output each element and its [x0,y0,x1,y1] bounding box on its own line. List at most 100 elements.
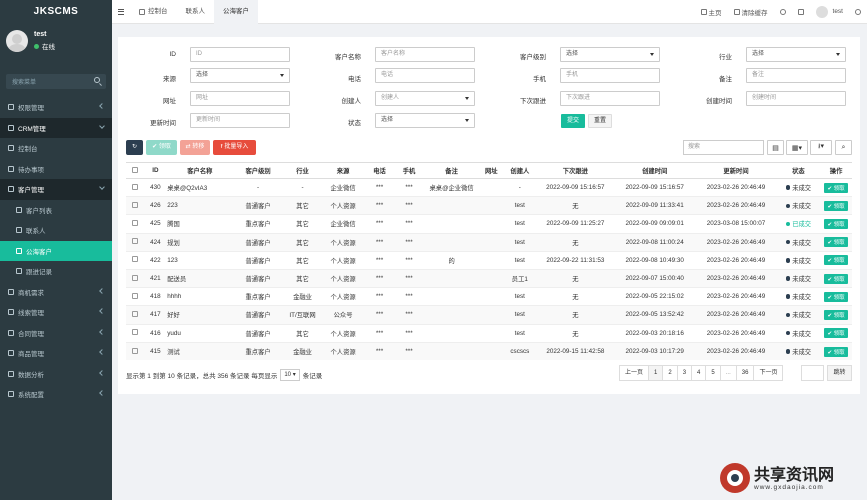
sidebar-item-12[interactable]: 商品管理 [0,343,112,364]
transfer-button[interactable]: ⇄ 转移 [180,140,210,155]
table-row[interactable]: 415 测试 重点客户 金融业 个人资源 *** *** cscscs 2022-09-15 1… [126,341,852,361]
settings-gear[interactable] [849,8,867,15]
row-checkbox[interactable] [131,183,138,190]
column-header[interactable]: 行业 [283,162,322,179]
user-menu[interactable]: test [810,5,849,18]
filter-mobile-input[interactable]: 手机 [560,68,660,83]
sidebar-item-4[interactable]: 客户管理 [0,179,112,200]
column-header[interactable]: 备注 [423,162,480,179]
column-header[interactable]: 创建人 [503,162,537,179]
tab-dashboard[interactable]: 控制台 [130,0,177,24]
claim-row-button[interactable]: ✔ 领取 [824,218,848,229]
fullscreen-toggle[interactable] [792,8,810,15]
table-row[interactable]: 416 yudu 普通客户 其它 个人资源 *** *** test 无 2022-09-03 2… [126,323,852,343]
tab-contacts[interactable]: 联系人 [177,0,215,24]
page-button[interactable]: 3 [676,365,693,381]
page-jump-button[interactable]: 跳转 [827,365,852,381]
page-button[interactable]: 2 [662,365,678,381]
claim-row-button[interactable]: ✔ 领取 [824,255,848,266]
row-checkbox[interactable] [131,238,138,245]
page-button[interactable]: 5 [705,365,721,381]
filter-updated-input[interactable]: 更新时间 [190,113,290,128]
sidebar-item-2[interactable]: 控制台 [0,138,112,159]
row-checkbox[interactable] [131,310,138,317]
filter-creator-select[interactable]: 创建人 [375,91,475,106]
filter-name-input[interactable]: 客户名称 [375,47,475,62]
filter-status-select[interactable]: 选择 [375,113,475,128]
reset-button[interactable]: 重置 [588,114,612,128]
claim-button[interactable]: ✔ 领取 [146,140,177,155]
toggle-view-button[interactable]: ▤ [767,140,784,155]
table-row[interactable]: 417 好好 普通客户 IT/互联网 公众号 *** *** test 无 2022-09-05 … [126,305,852,324]
column-header[interactable]: 手机 [394,162,424,179]
column-header[interactable]: 下次跟进 [536,162,615,179]
refresh-button[interactable]: ↻ [126,140,143,155]
batch-import-button[interactable]: ⭱ 批量导入 [213,140,256,155]
sidebar-search-input[interactable]: 搜索菜单 [6,74,106,89]
column-header[interactable]: 创建时间 [614,162,696,179]
menu-toggle-icon[interactable] [112,0,130,24]
tab-public-customers[interactable]: 公海客户 [214,0,258,24]
sidebar-item-8[interactable]: 跟进记录 [0,261,112,282]
page-button[interactable]: 36 [735,365,755,381]
sidebar-item-6[interactable]: 联系人 [0,220,112,241]
sidebar-item-3[interactable]: 待办事项 [0,158,112,179]
row-checkbox[interactable] [131,292,138,299]
row-checkbox[interactable] [131,347,138,354]
app-logo[interactable]: JKSCMS [0,0,112,24]
column-header[interactable]: 操作 [820,162,852,179]
column-header[interactable]: 更新时间 [695,162,777,179]
row-checkbox[interactable] [131,219,138,226]
export-button[interactable]: ⭳▾ [810,140,832,155]
table-row[interactable]: 424 规划 普通客户 其它 个人资源 *** *** test 无 2022-09-08 11:… [126,232,852,252]
column-header[interactable]: ID [143,162,168,179]
page-button[interactable]: ... [719,365,737,381]
column-header[interactable]: 客户级别 [232,162,284,179]
page-jump-input[interactable] [801,365,824,381]
sidebar-item-11[interactable]: 合同管理 [0,323,112,344]
table-row[interactable]: 421 配送员 普通客户 其它 个人资源 *** *** 员工1 无 2022-09-07 15:… [126,268,852,288]
submit-button[interactable]: 提交 [561,114,585,128]
table-search-input[interactable]: 搜索 [683,140,764,155]
column-header[interactable]: 来源 [321,162,365,179]
next-page-button[interactable]: 下一页 [753,365,784,381]
row-checkbox[interactable] [131,201,138,208]
theme-toggle[interactable] [774,8,792,15]
filter-created-input[interactable]: 创建时间 [746,91,846,106]
table-row[interactable]: 418 hhhh 重点客户 金融业 个人资源 *** *** test 无 2022-09-05 … [126,287,852,306]
claim-row-button[interactable]: ✔ 领取 [824,309,848,320]
page-button[interactable]: 1 [648,365,664,381]
claim-row-button[interactable]: ✔ 领取 [824,291,848,302]
table-row[interactable]: 426 223 普通客户 其它 个人资源 *** *** test 无 2022-09-09 11… [126,196,852,215]
column-header[interactable]: 客户名称 [167,162,233,179]
select-all-checkbox[interactable] [131,166,138,173]
table-row[interactable]: 430 桌桌@Q2vIA3- - 企业微信 *** *** 桌桌@企业微信 -2022-09-… [126,177,852,197]
row-checkbox[interactable] [131,274,138,281]
filter-industry-select[interactable]: 选择 [746,47,846,62]
search-icon[interactable] [94,77,100,83]
claim-row-button[interactable]: ✔ 领取 [824,237,848,248]
table-row[interactable]: 425 腾国 重点客户 其它 企业微信 *** *** test 2022-09-09 11:2… [126,214,852,234]
filter-level-select[interactable]: 选择 [560,47,660,62]
sidebar-item-1[interactable]: CRM管理 [0,117,112,138]
filter-source-select[interactable]: 选择 [190,68,290,83]
table-row[interactable]: 422 123 普通客户 其它 个人资源 *** *** 的 test 2022-09-22 11… [126,250,852,270]
advanced-search-button[interactable]: ⌕ [835,140,852,155]
claim-row-button[interactable]: ✔ 领取 [824,346,848,357]
claim-row-button[interactable]: ✔ 领取 [824,328,848,339]
claim-row-button[interactable]: ✔ 领取 [824,182,848,193]
filter-id-input[interactable]: ID [190,47,290,62]
sidebar-item-7[interactable]: 公海客户 [0,240,112,261]
filter-phone-input[interactable]: 电话 [375,68,475,83]
sidebar-item-13[interactable]: 数据分析 [0,364,112,385]
per-page-select[interactable]: 10 ▾ [280,369,300,381]
claim-row-button[interactable]: ✔ 领取 [824,200,848,211]
prev-page-button[interactable]: 上一页 [619,365,650,381]
clear-cache-button[interactable]: 清除缓存 [728,7,774,17]
filter-next-input[interactable]: 下次跟进 [560,91,660,106]
column-header[interactable]: 电话 [364,162,395,179]
sidebar-item-10[interactable]: 线索管理 [0,302,112,323]
columns-button[interactable]: ▦▾ [786,140,808,155]
home-link[interactable]: 主页 [695,7,728,17]
column-header[interactable]: 网址 [479,162,504,179]
